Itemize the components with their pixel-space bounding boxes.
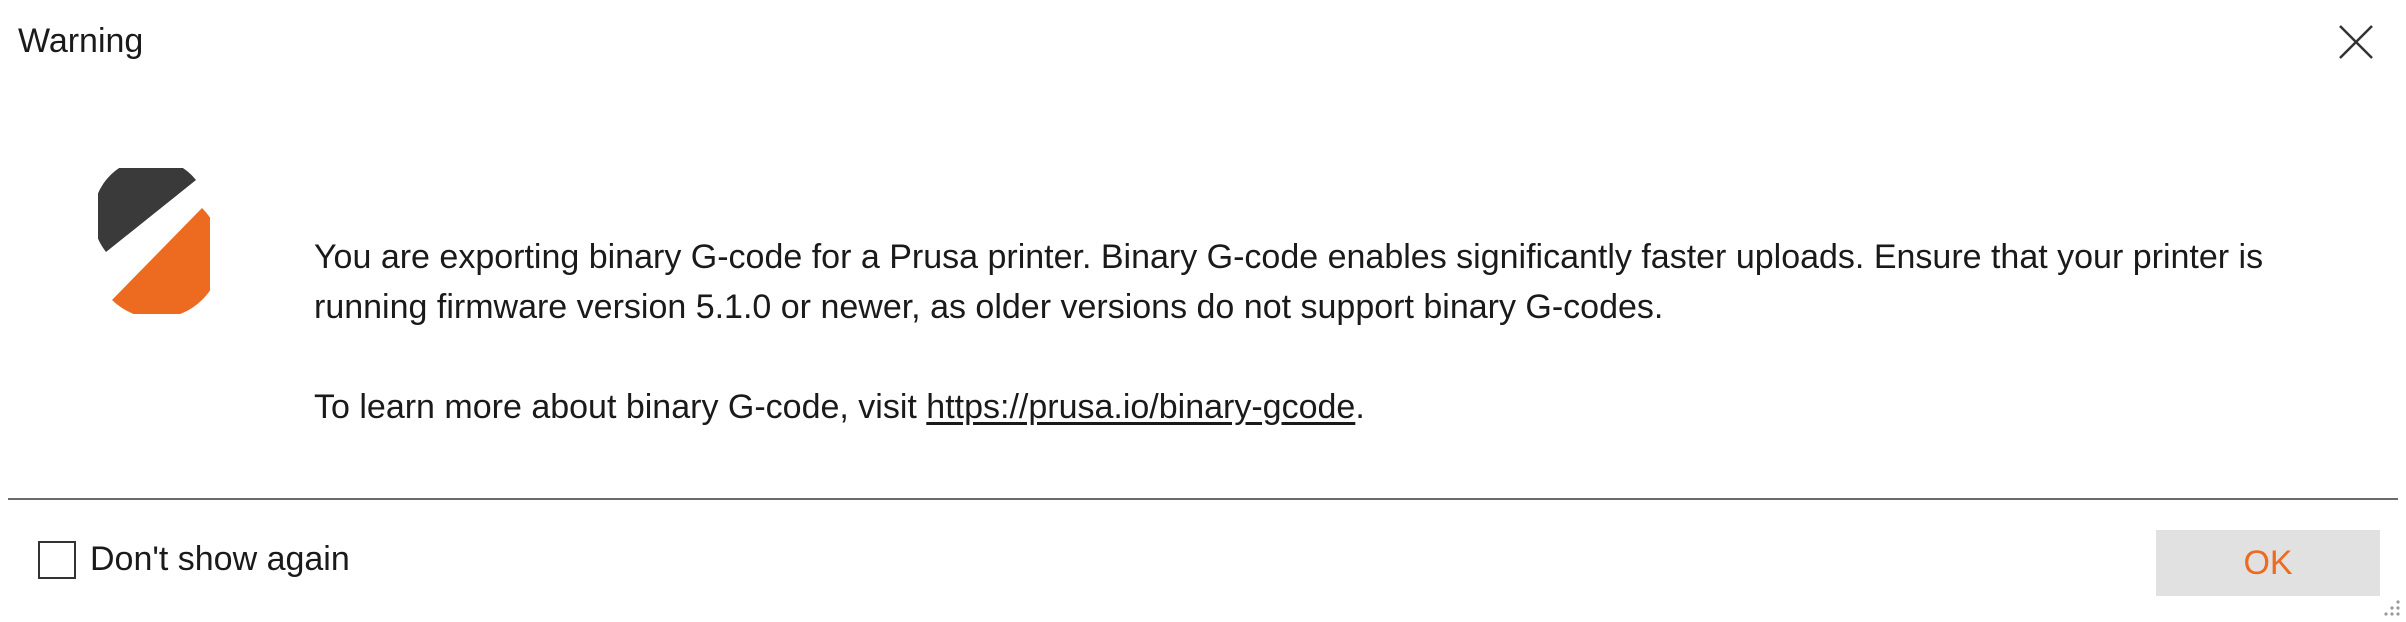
resize-grip-icon[interactable]: [2378, 594, 2402, 618]
dont-show-again-checkbox[interactable]: Don't show again: [38, 540, 350, 579]
close-button[interactable]: [2334, 20, 2378, 64]
binary-gcode-link[interactable]: https://prusa.io/binary-gcode: [926, 388, 1355, 426]
message-paragraph-link: To learn more about binary G-code, visit…: [314, 382, 2344, 432]
close-icon: [2339, 25, 2373, 59]
message-suffix: .: [1355, 388, 1365, 426]
ok-button[interactable]: OK: [2156, 530, 2380, 596]
message-body: You are exporting binary G-code for a Pr…: [314, 232, 2344, 432]
message-paragraph: You are exporting binary G-code for a Pr…: [314, 238, 2264, 326]
checkbox-box[interactable]: [38, 540, 76, 579]
separator: [8, 498, 2398, 500]
prusaslicer-logo-icon: [98, 168, 210, 314]
checkbox-label: Don't show again: [90, 540, 350, 578]
dialog-title: Warning: [18, 22, 144, 60]
message-prefix: To learn more about binary G-code, visit: [314, 388, 927, 426]
warning-dialog: Warning You are exporting binary G-code …: [0, 0, 2406, 622]
